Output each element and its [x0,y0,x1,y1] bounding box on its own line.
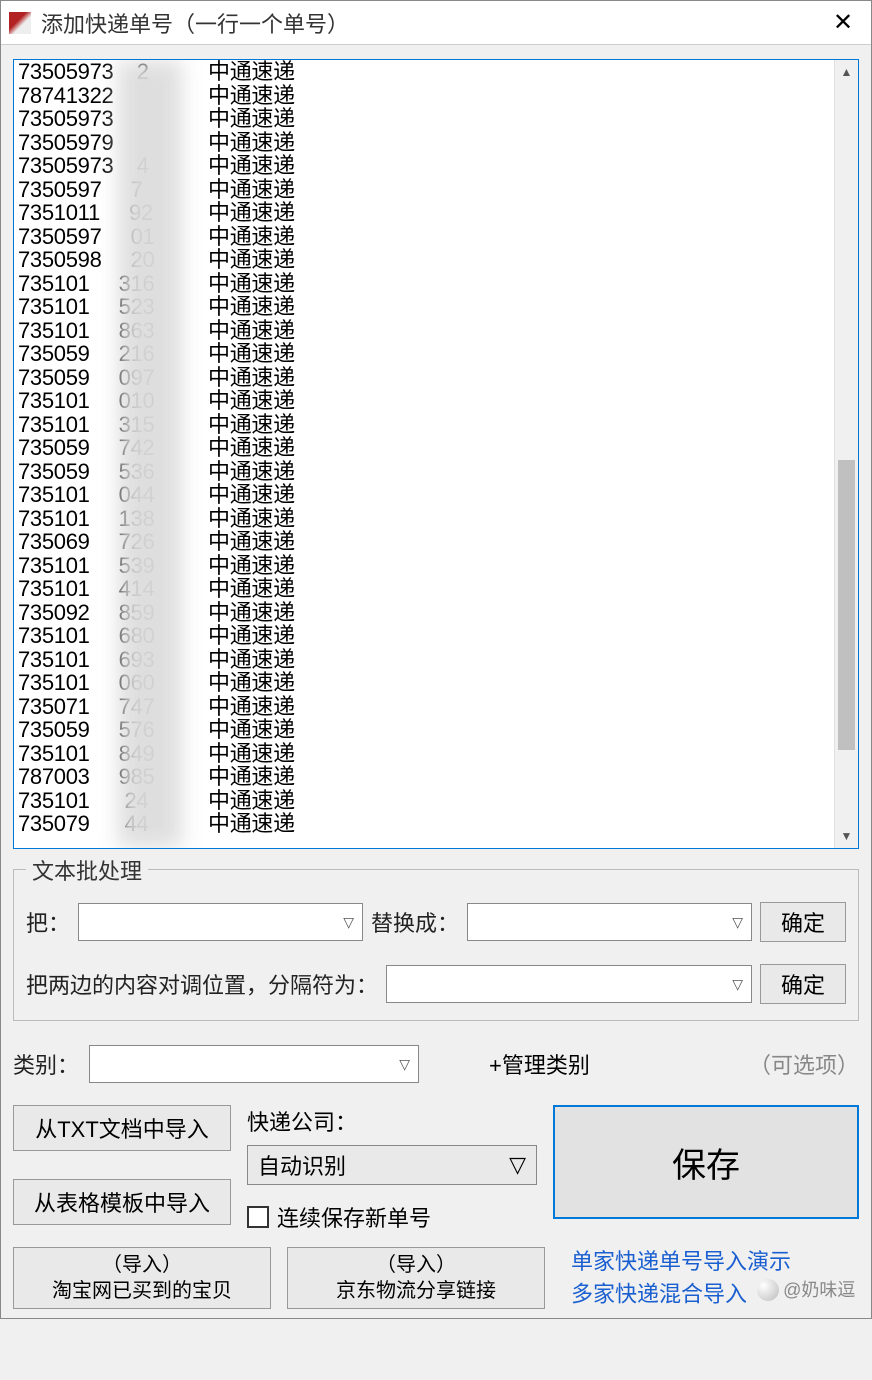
swap-ok-button[interactable]: 确定 [760,964,846,1004]
tracking-row[interactable]: 735101 315中通速递 [18,413,854,437]
scrollbar[interactable]: ▲ ▼ [834,60,858,848]
category-label: 类别： [13,1048,79,1080]
demo-links: 单家快递单号导入演示 多家快递混合导入 @奶味逗 [561,1247,859,1310]
tracking-row[interactable]: 7350597 7中通速递 [18,178,854,202]
tracking-row[interactable]: 735079 44中通速递 [18,812,854,836]
import-taobao-line2: 淘宝网已买到的宝贝 [52,1278,232,1304]
tracking-row[interactable]: 735101 849中通速递 [18,742,854,766]
company-selected: 自动识别 [258,1149,346,1181]
demo-single-link[interactable]: 单家快递单号导入演示 [571,1247,859,1278]
tracking-row[interactable]: 735101 044中通速递 [18,483,854,507]
company-combo[interactable]: 自动识别 ▽ [247,1145,537,1185]
titlebar: 添加快递单号（一行一个单号） ✕ [1,1,871,45]
tracking-row[interactable]: 735101 863中通速递 [18,319,854,343]
tracking-row[interactable]: 735092 859中通速递 [18,601,854,625]
tracking-row[interactable]: 735101 316中通速递 [18,272,854,296]
scroll-thumb[interactable] [838,460,855,750]
import-taobao-line1: （导入） [102,1252,182,1278]
swap-sep-combo[interactable]: ▽ [386,965,752,1003]
watermark-text: @奶味逗 [783,1278,855,1303]
tracking-row[interactable]: 735069 726中通速递 [18,530,854,554]
tracking-row[interactable]: 735101 523中通速递 [18,295,854,319]
optional-label: （可选项） [749,1048,859,1080]
tracking-row[interactable]: 735101 010中通速递 [18,389,854,413]
chevron-down-icon: ▽ [732,914,743,931]
import-taobao-button[interactable]: （导入） 淘宝网已买到的宝贝 [13,1247,271,1309]
import-jd-line2: 京东物流分享链接 [336,1278,496,1304]
replace-to-label: 替换成： [371,906,459,938]
save-button[interactable]: 保存 [553,1105,859,1219]
bottom-grid: 从TXT文档中导入 从表格模板中导入 快递公司： 自动识别 ▽ 连续保存新单号 … [13,1105,859,1233]
tracking-row[interactable]: 735101 24中通速递 [18,789,854,813]
batch-group-label: 文本批处理 [26,854,148,886]
app-icon [9,12,31,34]
import-sheet-button[interactable]: 从表格模板中导入 [13,1179,231,1225]
import-jd-line1: （导入） [376,1252,456,1278]
tracking-row[interactable]: 78741322 中通速递 [18,84,854,108]
scroll-up-icon[interactable]: ▲ [835,60,858,84]
tracking-row[interactable]: 735059 216中通速递 [18,342,854,366]
replace-ok-button[interactable]: 确定 [760,902,846,942]
avatar-icon [757,1279,779,1301]
tracking-row[interactable]: 735059 576中通速递 [18,718,854,742]
watermark: @奶味逗 [757,1278,855,1303]
continuous-save-label: 连续保存新单号 [277,1201,431,1233]
tracking-row[interactable]: 735059 742中通速递 [18,436,854,460]
tracking-row[interactable]: 73505979 中通速递 [18,131,854,155]
window: 添加快递单号（一行一个单号） ✕ 73505973 2中通速递78741322 … [0,0,872,1319]
replace-from-combo[interactable]: ▽ [78,903,363,941]
replace-from-label: 把： [26,906,70,938]
tracking-row[interactable]: 787003 985中通速递 [18,765,854,789]
tracking-row[interactable]: 735071 747中通速递 [18,695,854,719]
tracking-row[interactable]: 735101 539中通速递 [18,554,854,578]
continuous-save-checkbox[interactable] [247,1206,269,1228]
category-combo[interactable]: ▽ [89,1045,419,1083]
tracking-textarea[interactable]: 73505973 2中通速递78741322 中通速递73505973 中通速递… [13,59,859,849]
demo-multi-link[interactable]: 多家快递混合导入 [571,1281,747,1306]
tracking-row[interactable]: 73505973 中通速递 [18,107,854,131]
window-title: 添加快递单号（一行一个单号） [41,7,823,39]
content-area: 73505973 2中通速递78741322 中通速递73505973 中通速递… [1,45,871,1318]
replace-to-combo[interactable]: ▽ [467,903,752,941]
tracking-row[interactable]: 735059 097中通速递 [18,366,854,390]
batch-groupbox: 文本批处理 把： ▽ 替换成： ▽ 确定 把两边的内容对调位置，分隔符为： ▽ … [13,869,859,1021]
tracking-row[interactable]: 735059 536中通速递 [18,460,854,484]
company-label: 快递公司： [247,1105,537,1137]
scroll-down-icon[interactable]: ▼ [835,824,858,848]
tracking-row[interactable]: 735101 680中通速递 [18,624,854,648]
tracking-row[interactable]: 7350597 01中通速递 [18,225,854,249]
tracking-row[interactable]: 7351011 92中通速递 [18,201,854,225]
tracking-row[interactable]: 73505973 4中通速递 [18,154,854,178]
close-icon[interactable]: ✕ [823,3,863,43]
import-jd-button[interactable]: （导入） 京东物流分享链接 [287,1247,545,1309]
chevron-down-icon: ▽ [509,1152,526,1178]
import-txt-button[interactable]: 从TXT文档中导入 [13,1105,231,1151]
chevron-down-icon: ▽ [732,976,743,993]
tracking-row[interactable]: 73505973 2中通速递 [18,60,854,84]
chevron-down-icon: ▽ [399,1056,410,1073]
manage-category-link[interactable]: +管理类别 [489,1048,590,1080]
swap-label: 把两边的内容对调位置，分隔符为： [26,968,378,1000]
tracking-row[interactable]: 7350598 20中通速递 [18,248,854,272]
category-row: 类别： ▽ +管理类别 （可选项） [13,1045,859,1083]
tracking-row[interactable]: 735101 693中通速递 [18,648,854,672]
tracking-row[interactable]: 735101 138中通速递 [18,507,854,531]
tracking-row[interactable]: 735101 414中通速递 [18,577,854,601]
chevron-down-icon: ▽ [343,914,354,931]
last-row: （导入） 淘宝网已买到的宝贝 （导入） 京东物流分享链接 单家快递单号导入演示 … [13,1247,859,1310]
tracking-row[interactable]: 735101 060中通速递 [18,671,854,695]
